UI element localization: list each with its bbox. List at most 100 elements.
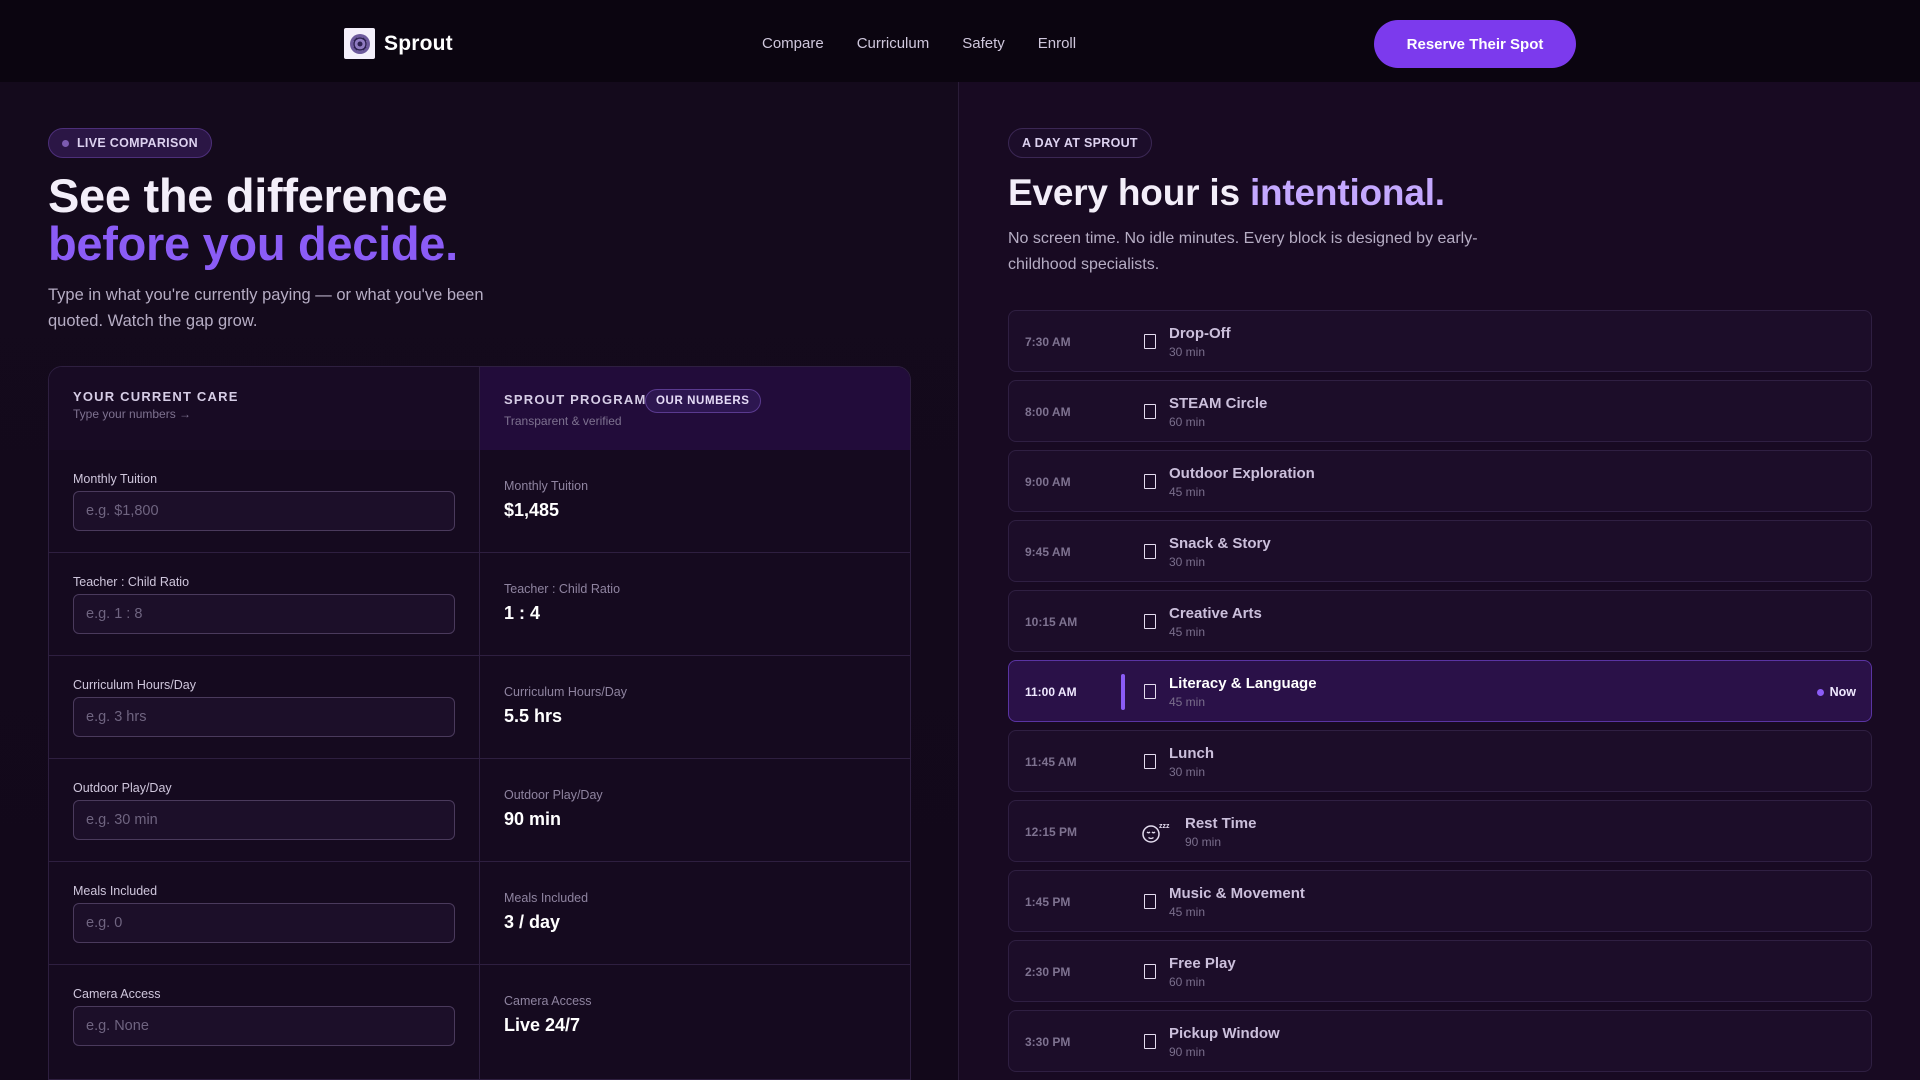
row-label: Monthly Tuition xyxy=(504,479,589,493)
slot-title: Rest Time xyxy=(1185,815,1257,832)
slot-time: 1:45 PM xyxy=(1025,895,1071,909)
slot-time: 8:00 AM xyxy=(1025,405,1071,419)
column-divider xyxy=(479,367,480,1079)
now-indicator: Now xyxy=(1816,685,1856,699)
row-label: Meals Included xyxy=(504,891,589,905)
activity-icon xyxy=(1144,684,1156,699)
schedule-slot-current[interactable]: 11:00 AM Literacy & Language 45 min Now xyxy=(1008,660,1872,722)
activity-icon xyxy=(1144,474,1156,489)
slot-title: Free Play xyxy=(1169,955,1236,972)
brand-name: Sprout xyxy=(384,31,453,55)
sprout-logo-icon xyxy=(344,28,375,59)
slot-duration: 45 min xyxy=(1169,695,1206,709)
headline-accent: intentional. xyxy=(1249,172,1445,213)
sprout-value: $1,485 xyxy=(504,500,560,520)
our-numbers-badge: OUR NUMBERS xyxy=(645,389,761,413)
comparison-headline: See the difference before you decide. xyxy=(48,172,458,268)
sprout-program-subtitle: Transparent & verified xyxy=(504,414,622,428)
slot-duration: 60 min xyxy=(1169,975,1206,989)
slot-duration: 30 min xyxy=(1169,555,1206,569)
now-label: Now xyxy=(1829,685,1856,699)
row-label: Outdoor Play/Day xyxy=(504,788,603,802)
schedule-subtitle: No screen time. No idle minutes. Every b… xyxy=(1008,230,1478,273)
schedule-slot[interactable]: 12:15 PM zzz Rest Time 90 min xyxy=(1008,800,1872,862)
live-comparison-pill: LIVE COMPARISON xyxy=(48,128,212,158)
slot-duration: 45 min xyxy=(1169,485,1206,499)
meals-input[interactable] xyxy=(73,903,455,943)
monthly-tuition-input[interactable] xyxy=(73,491,455,531)
row-label: Camera Access xyxy=(73,987,161,1001)
row-label: Camera Access xyxy=(504,994,592,1008)
slot-title: Literacy & Language xyxy=(1169,675,1317,692)
brand-logo[interactable]: Sprout xyxy=(344,28,453,59)
schedule-slot[interactable]: 8:00 AM STEAM Circle 60 min xyxy=(1008,380,1872,442)
row-label: Curriculum Hours/Day xyxy=(73,678,196,692)
slot-time: 2:30 PM xyxy=(1025,965,1071,979)
camera-access-input[interactable] xyxy=(73,1006,455,1046)
slot-duration: 60 min xyxy=(1169,415,1206,429)
schedule-slot[interactable]: 9:45 AM Snack & Story 30 min xyxy=(1008,520,1872,582)
nav-curriculum[interactable]: Curriculum xyxy=(857,35,930,52)
sprout-value: 5.5 hrs xyxy=(504,706,563,726)
headline-main: Every hour is xyxy=(1008,172,1240,213)
activity-icon xyxy=(1144,544,1156,559)
schedule-slot[interactable]: 7:30 AM Drop-Off 30 min xyxy=(1008,310,1872,372)
status-dot xyxy=(62,139,69,147)
activity-icon xyxy=(1144,334,1156,349)
activity-icon xyxy=(1144,894,1156,909)
pill-label: LIVE COMPARISON xyxy=(77,136,198,150)
schedule-slot[interactable]: 1:45 PM Music & Movement 45 min xyxy=(1008,870,1872,932)
sprout-value: Live 24/7 xyxy=(504,1015,581,1035)
schedule-slot[interactable]: 3:30 PM Pickup Window 90 min xyxy=(1008,1010,1872,1072)
slot-time: 9:45 AM xyxy=(1025,545,1071,559)
slot-time: 9:00 AM xyxy=(1025,475,1071,489)
row-label: Monthly Tuition xyxy=(73,472,158,486)
slot-time: 12:15 PM xyxy=(1025,825,1078,839)
reserve-spot-button[interactable]: Reserve Their Spot xyxy=(1374,20,1576,68)
headline-line-1: See the difference xyxy=(48,169,448,222)
comparison-lead: Type in what you're currently paying — o… xyxy=(48,286,484,330)
ratio-input[interactable] xyxy=(73,594,455,634)
slot-duration: 30 min xyxy=(1169,765,1206,779)
comparison-table: YOUR CURRENT CARE Type your numbers → SP… xyxy=(48,366,911,1080)
schedule-slot[interactable]: 11:45 AM Lunch 30 min xyxy=(1008,730,1872,792)
slot-title: Drop-Off xyxy=(1169,325,1231,342)
slot-duration: 45 min xyxy=(1169,905,1206,919)
slot-duration: 90 min xyxy=(1169,1045,1206,1059)
slot-title: Creative Arts xyxy=(1169,605,1262,622)
slot-time: 11:45 AM xyxy=(1025,755,1077,769)
slot-title: STEAM Circle xyxy=(1169,395,1268,412)
main-nav: Compare Curriculum Safety Enroll xyxy=(762,35,1076,52)
activity-icon xyxy=(1144,964,1156,979)
current-indicator-bar xyxy=(1121,674,1125,710)
day-at-sprout-pill: A DAY AT SPROUT xyxy=(1008,128,1152,158)
schedule-slot[interactable]: 9:00 AM Outdoor Exploration 45 min xyxy=(1008,450,1872,512)
current-care-subtitle: Type your numbers → xyxy=(73,407,192,421)
activity-icon xyxy=(1144,614,1156,629)
site-header: Sprout Compare Curriculum Safety Enroll … xyxy=(0,0,1920,87)
slot-title: Snack & Story xyxy=(1169,535,1271,552)
headline-line-2: before you decide. xyxy=(48,217,458,270)
slot-duration: 90 min xyxy=(1185,835,1222,849)
sprout-value: 90 min xyxy=(504,809,562,829)
sprout-program-title: SPROUT PROGRAM xyxy=(504,392,647,407)
schedule-slot[interactable]: 10:15 AM Creative Arts 45 min xyxy=(1008,590,1872,652)
sprout-value: 3 / day xyxy=(504,912,561,932)
outdoor-play-input[interactable] xyxy=(73,800,455,840)
slot-time: 3:30 PM xyxy=(1025,1035,1071,1049)
row-label: Teacher : Child Ratio xyxy=(73,575,190,589)
curriculum-hours-input[interactable] xyxy=(73,697,455,737)
schedule-slot[interactable]: 2:30 PM Free Play 60 min xyxy=(1008,940,1872,1002)
slot-title: Outdoor Exploration xyxy=(1169,465,1315,482)
row-label: Curriculum Hours/Day xyxy=(504,685,627,699)
activity-icon xyxy=(1144,754,1156,769)
nav-enroll[interactable]: Enroll xyxy=(1038,35,1076,52)
slot-duration: 30 min xyxy=(1169,345,1206,359)
nav-compare[interactable]: Compare xyxy=(762,35,824,52)
slot-duration: 45 min xyxy=(1169,625,1206,639)
nav-safety[interactable]: Safety xyxy=(962,35,1005,52)
row-label: Outdoor Play/Day xyxy=(73,781,172,795)
svg-text:zzz: zzz xyxy=(1159,823,1170,830)
slot-time: 11:00 AM xyxy=(1025,685,1077,699)
schedule-headline: Every hour is intentional. xyxy=(1008,172,1445,214)
